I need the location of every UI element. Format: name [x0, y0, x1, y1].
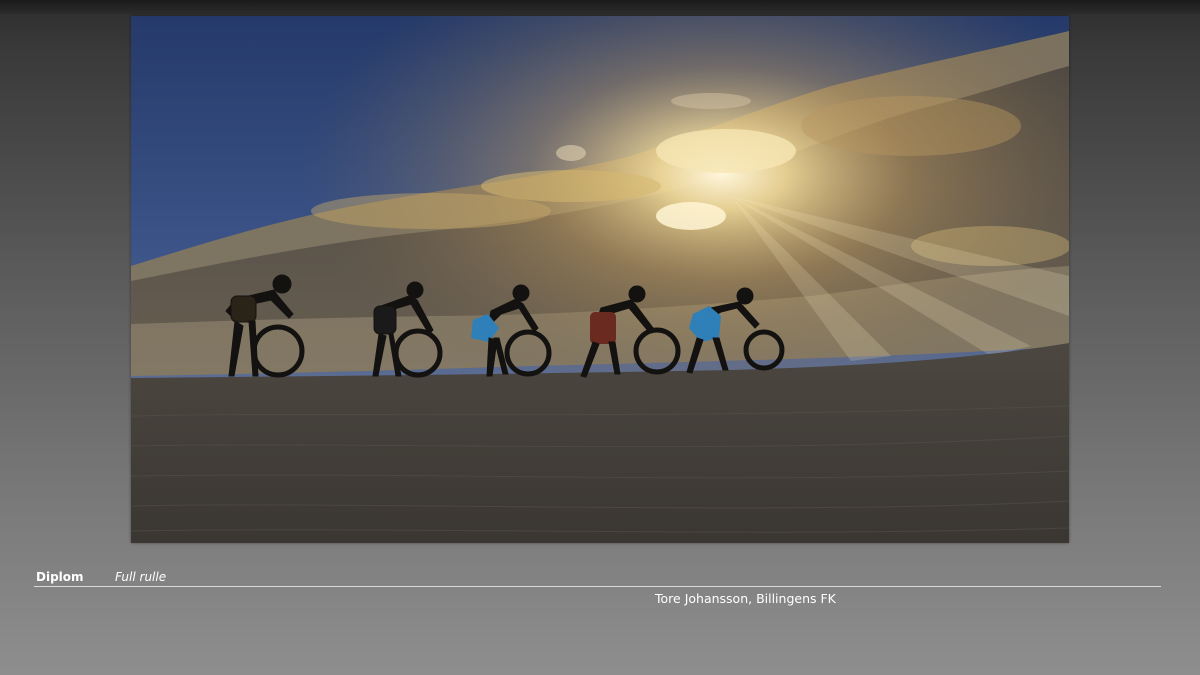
photo-artwork	[131, 16, 1069, 543]
contest-photo	[131, 16, 1069, 543]
slide-top-bar	[0, 0, 1200, 14]
photographer-credit: Tore Johansson, Billingens FK	[655, 591, 836, 606]
photo-title: Full rulle	[115, 570, 167, 584]
caption-divider	[34, 586, 1161, 587]
award-label: Diplom	[36, 570, 84, 584]
